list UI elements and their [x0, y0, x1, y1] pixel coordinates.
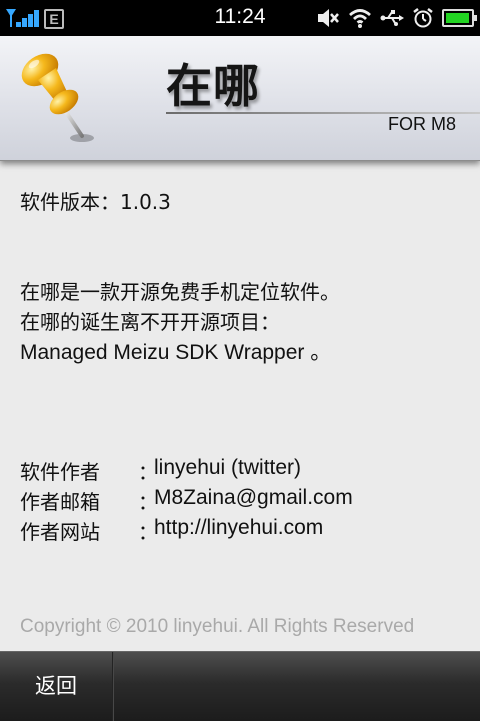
alarm-icon	[413, 8, 433, 28]
description-line: 在哪是一款开源免费手机定位软件。	[20, 280, 340, 304]
button-divider	[112, 652, 114, 721]
battery-icon	[442, 9, 477, 27]
info-label: 软件作者	[20, 460, 100, 484]
info-colon: ：	[138, 520, 158, 544]
back-button[interactable]: 返回	[0, 652, 112, 721]
email-link[interactable]: M8Zaina@gmail.com	[154, 486, 353, 510]
usb-icon	[380, 10, 404, 26]
info-value: linyehui (twitter)	[154, 456, 302, 479]
copyright-text: Copyright © 2010 linyehui. All Rights Re…	[20, 616, 415, 637]
info-colon: ：	[138, 490, 158, 514]
description-line: Managed Meizu SDK Wrapper 。	[20, 341, 332, 364]
website-link[interactable]: http://linyehui.com	[154, 516, 323, 540]
info-label: 作者网站	[20, 520, 100, 544]
info-label: 作者邮箱	[20, 490, 100, 514]
app-subtitle: FOR M8	[387, 114, 456, 134]
bottom-bar: 返回	[0, 651, 480, 721]
description-line: 在哪的诞生离不开开源项目：	[20, 310, 280, 334]
version-line: 软件版本：1.0.3	[20, 190, 171, 214]
mute-icon	[318, 9, 339, 27]
app-header: 在哪 FOR M8	[0, 36, 480, 161]
status-bar: E 11:24	[0, 0, 480, 36]
pushpin-icon	[21, 53, 94, 142]
info-colon: ：	[138, 460, 158, 484]
wifi-icon	[349, 9, 371, 28]
app-title: 在哪	[166, 59, 260, 113]
